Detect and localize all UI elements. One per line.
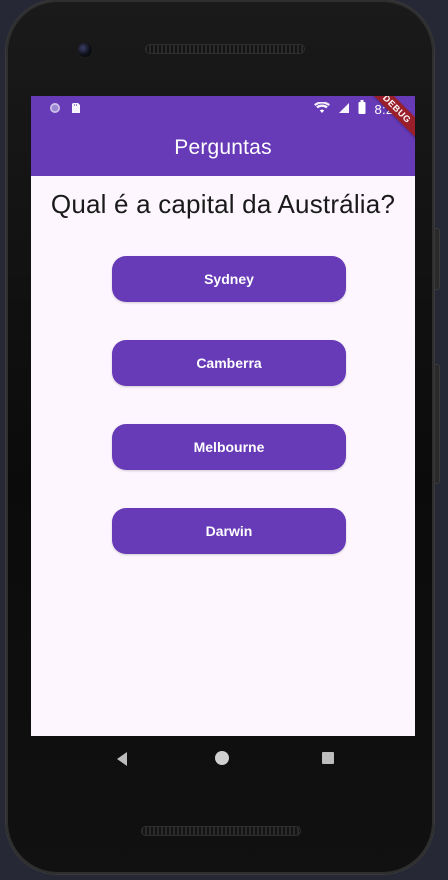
sd-card-icon: [71, 101, 81, 119]
answer-button-darwin[interactable]: Darwin: [112, 508, 346, 554]
battery-icon: [358, 100, 366, 119]
app-screen: 8:27 Perguntas DEBUG Qual é a capital da…: [31, 96, 415, 736]
status-bar: 8:27: [31, 96, 415, 120]
answer-button-melbourne[interactable]: Melbourne: [112, 424, 346, 470]
signal-icon: [338, 101, 350, 119]
front-camera: [78, 43, 92, 57]
wifi-icon: [314, 100, 331, 119]
navigation-bar: [31, 736, 415, 784]
question-text: Qual é a capital da Austrália?: [50, 189, 396, 219]
status-left-icons: [49, 101, 81, 119]
phone-side-button: [434, 228, 440, 290]
earpiece-speaker: [145, 44, 305, 54]
app-bar: Perguntas: [31, 120, 415, 176]
circle-icon: [49, 101, 61, 119]
answer-button-camberra[interactable]: Camberra: [112, 340, 346, 386]
phone-side-button: [434, 364, 440, 484]
phone-frame: 8:27 Perguntas DEBUG Qual é a capital da…: [6, 0, 440, 874]
bottom-speaker: [141, 826, 301, 836]
recents-icon[interactable]: [322, 752, 334, 764]
page-title: Perguntas: [174, 136, 272, 159]
home-icon[interactable]: [215, 751, 229, 765]
back-icon[interactable]: [117, 752, 127, 766]
answer-list: Sydney Camberra Melbourne Darwin: [112, 256, 346, 554]
answer-button-sydney[interactable]: Sydney: [112, 256, 346, 302]
